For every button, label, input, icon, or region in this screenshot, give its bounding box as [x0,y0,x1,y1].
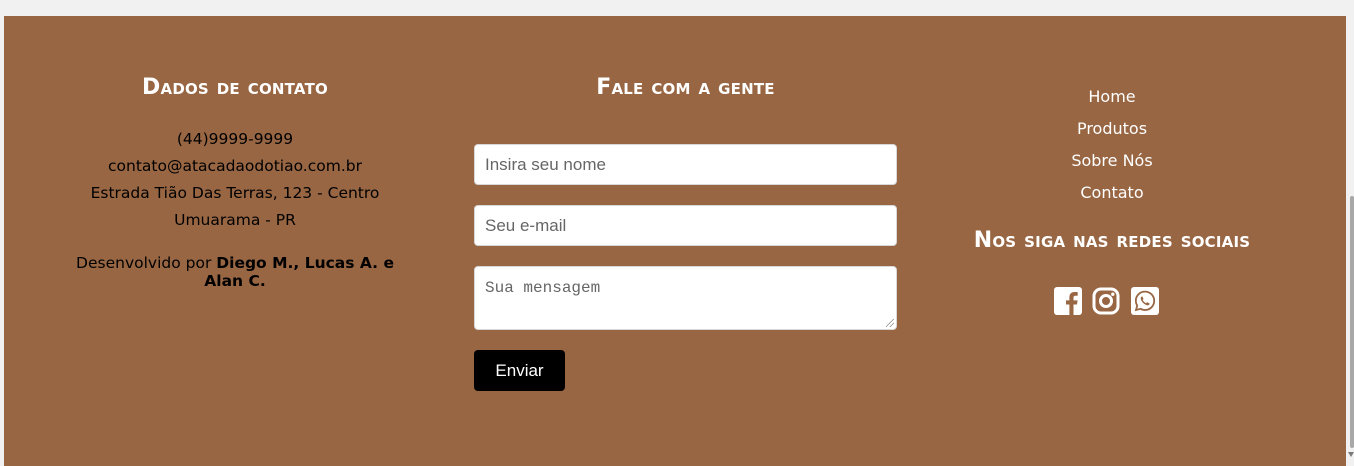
email-input[interactable]: Seu e-mail [474,205,897,246]
contact-section: Dados de contato (44)9999-9999 contato@a… [55,75,415,290]
page-top-area [0,0,1346,16]
message-textarea[interactable]: Sua mensagem [474,266,897,330]
contact-info: (44)9999-9999 contato@atacadaodotiao.com… [55,126,415,234]
developer-credit-prefix: Desenvolvido por [76,254,212,272]
scroll-down-arrow-icon[interactable] [1348,452,1354,457]
email-input-placeholder: Seu e-mail [485,216,567,235]
social-heading-wrap: Nos siga nas redes sociais [932,228,1292,253]
nav-item-produtos[interactable]: Produtos [1012,113,1212,145]
developer-credit: Desenvolvido por Diego M., Lucas A. e Al… [55,254,415,290]
facebook-icon[interactable] [1054,287,1082,315]
contact-city: Umuarama - PR [174,211,296,229]
send-button[interactable]: Enviar [474,350,565,391]
name-input[interactable]: Insira seu nome [474,144,897,185]
resize-grip-icon[interactable] [886,319,894,327]
instagram-icon[interactable] [1092,287,1120,315]
contact-email: contato@atacadaodotiao.com.br [108,157,362,175]
whatsapp-icon[interactable] [1131,287,1159,315]
nav-item-sobre-nos[interactable]: Sobre Nós [1012,145,1212,177]
name-input-placeholder: Insira seu nome [485,155,606,174]
contact-address: Estrada Tião Das Terras, 123 - Centro [90,184,380,202]
contact-heading: Dados de contato [142,75,328,100]
nav-item-contato[interactable]: Contato [1012,177,1212,209]
social-icons [1054,287,1174,317]
page-scrollbar-thumb[interactable] [1350,196,1354,448]
developer-names: Diego M., Lucas A. e Alan C. [204,254,394,290]
contact-phone: (44)9999-9999 [176,130,294,148]
social-heading: Nos siga nas redes sociais [973,228,1251,253]
nav-item-home[interactable]: Home [1012,81,1212,113]
footer-nav: Home Produtos Sobre Nós Contato [1012,81,1212,209]
message-textarea-placeholder: Sua mensagem [485,279,601,297]
contact-form-heading: Fale com a gente [596,75,775,100]
contact-form-heading-wrap: Fale com a gente [474,75,897,100]
